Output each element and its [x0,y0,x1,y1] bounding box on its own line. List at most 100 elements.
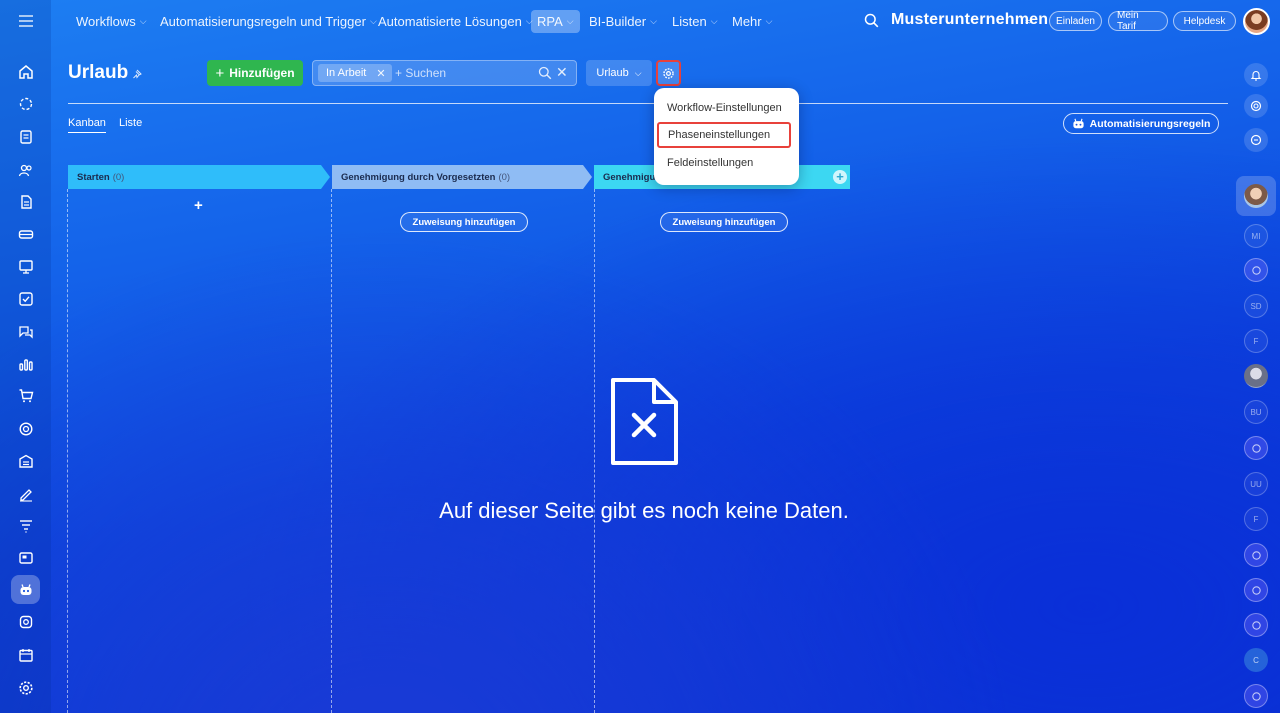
menu-item-field-settings[interactable]: Feldeinstellungen [667,157,753,169]
settings-dropdown-menu: Workflow-Einstellungen Phaseneinstellung… [654,88,799,185]
add-assignment-button[interactable]: Zuweisung hinzufügen [660,212,788,232]
top-navigation: Workflows ⌵ Automatisierungsregeln und Tr… [51,0,1280,42]
nav-automation-rules[interactable]: Automatisierungsregeln und Trigger ⌵ [154,10,383,33]
filter-search-field[interactable]: In Arbeit ✕ + Suchen ✕ [312,60,577,86]
chevron-down-icon: ⌵ [139,16,147,26]
left-sidebar [0,0,51,713]
activity-icon[interactable] [11,89,40,118]
storage-icon[interactable] [11,219,40,248]
cart-icon[interactable] [11,381,40,410]
chevron-down-icon: ⌵ [634,67,642,78]
home-icon[interactable] [11,57,40,86]
apps-icon[interactable] [11,607,40,636]
search-chat-icon[interactable] [1244,128,1268,152]
filter-chip[interactable]: In Arbeit ✕ [318,64,392,82]
analytics-icon[interactable] [11,349,40,378]
nav-label: Automatisierungsregeln und Trigger [160,14,366,29]
avatar[interactable]: BU [1244,400,1268,424]
view-select-label: Urlaub [596,67,629,79]
pin-icon[interactable] [131,69,142,80]
avatar[interactable]: MI [1244,224,1268,248]
chevron-down-icon: ⌵ [650,16,657,26]
nav-label: RPA [537,14,563,29]
switch-icon[interactable]: ≈ [1025,16,1031,28]
user-avatar[interactable] [1243,8,1270,35]
avatar[interactable]: SD [1244,294,1268,318]
presentation-icon[interactable] [11,252,40,281]
tab-list[interactable]: Liste [119,117,142,129]
search-placeholder[interactable]: + Suchen [395,66,446,80]
add-assignment-button[interactable]: Zuweisung hinzufügen [400,212,528,232]
nav-label: Listen [672,14,707,29]
page-title: Urlaub [68,62,129,83]
nav-more[interactable]: Mehr ⌵ [726,10,778,33]
group-chat-icon[interactable] [1244,613,1268,637]
tab-kanban[interactable]: Kanban [68,117,106,133]
nav-bi-builder[interactable]: BI-Builder ⌵ [583,10,663,33]
stage-count: (0) [112,171,125,183]
nav-workflows[interactable]: Workflows ⌵ [70,10,153,33]
group-chat-icon[interactable] [1244,578,1268,602]
calendar-icon[interactable] [11,640,40,669]
user-avatar[interactable] [1244,184,1268,208]
target-icon[interactable] [11,414,40,443]
settings-button[interactable] [656,60,681,86]
helpdesk-button[interactable]: Helpdesk [1173,11,1236,31]
stage-name: Genehmigu [603,171,656,183]
chat-icon[interactable] [11,317,40,346]
group-chat-icon[interactable] [1244,543,1268,567]
menu-item-workflow-settings[interactable]: Workflow-Einstellungen [667,102,782,114]
feed-icon[interactable] [11,122,40,151]
user-avatar[interactable] [1244,364,1268,388]
group-chat-icon[interactable] [1244,258,1268,282]
search-icon[interactable] [864,13,879,28]
nav-automated-solutions[interactable]: Automatisierte Lösungen ⌵ [372,10,539,33]
copilot-icon[interactable] [1244,94,1268,118]
document-icon[interactable] [11,187,40,216]
add-button[interactable]: + Hinzufügen [207,60,303,86]
search-icon[interactable] [538,66,552,80]
avatar[interactable]: F [1244,507,1268,531]
chevron-down-icon: ⌵ [710,16,718,26]
nav-label: Mehr [732,14,762,29]
right-sidebar: MI SD F BU UU F C [1232,42,1280,713]
avatar[interactable]: UU [1244,472,1268,496]
rpa-robot-icon[interactable] [11,575,40,604]
empty-state-message: Auf dieser Seite gibt es noch keine Date… [439,498,849,523]
stage-header[interactable]: Genehmigung durch Vorgesetzten (0) [332,165,592,189]
menu-icon[interactable] [11,6,40,35]
nav-lists[interactable]: Listen ⌵ [666,10,724,33]
menu-item-stage-settings[interactable]: Phaseneinstellungen [657,122,791,148]
settings-icon[interactable] [11,673,40,702]
warehouse-icon[interactable] [11,446,40,475]
media-icon[interactable] [11,543,40,572]
stage-header[interactable]: Starten (0) [68,165,330,189]
add-stage-button[interactable]: + [833,170,847,184]
group-chat-icon[interactable] [1244,684,1268,708]
close-icon[interactable]: ✕ [376,67,385,80]
automation-rules-label: Automatisierungsregeln [1089,117,1211,130]
my-tariff-button[interactable]: Mein Tarif [1108,10,1168,32]
clear-icon[interactable]: ✕ [556,64,568,81]
header-divider [68,103,1228,104]
menu-item-label: Phaseneinstellungen [668,129,771,141]
view-select[interactable]: Urlaub ⌵ [586,60,652,86]
column-divider [67,189,68,713]
stage-count: (0) [498,171,511,183]
contacts-icon[interactable] [11,155,40,184]
avatar[interactable]: C [1244,648,1268,672]
nav-label: Automatisierte Lösungen [378,14,522,29]
chevron-down-icon: ⌵ [765,16,773,26]
notifications-icon[interactable] [1244,63,1268,87]
group-chat-icon[interactable] [1244,436,1268,460]
quick-add-icon[interactable]: + [194,197,203,214]
empty-file-icon [608,377,680,467]
tasks-icon[interactable] [11,284,40,313]
plus-icon: + [215,64,225,82]
nav-rpa[interactable]: RPA ⌵ [531,10,580,33]
column-divider [331,189,332,713]
invite-button[interactable]: Einladen [1049,11,1102,31]
stage-name: Genehmigung durch Vorgesetzten [341,171,496,183]
automation-rules-button[interactable]: Automatisierungsregeln [1063,113,1219,134]
avatar[interactable]: F [1244,329,1268,353]
